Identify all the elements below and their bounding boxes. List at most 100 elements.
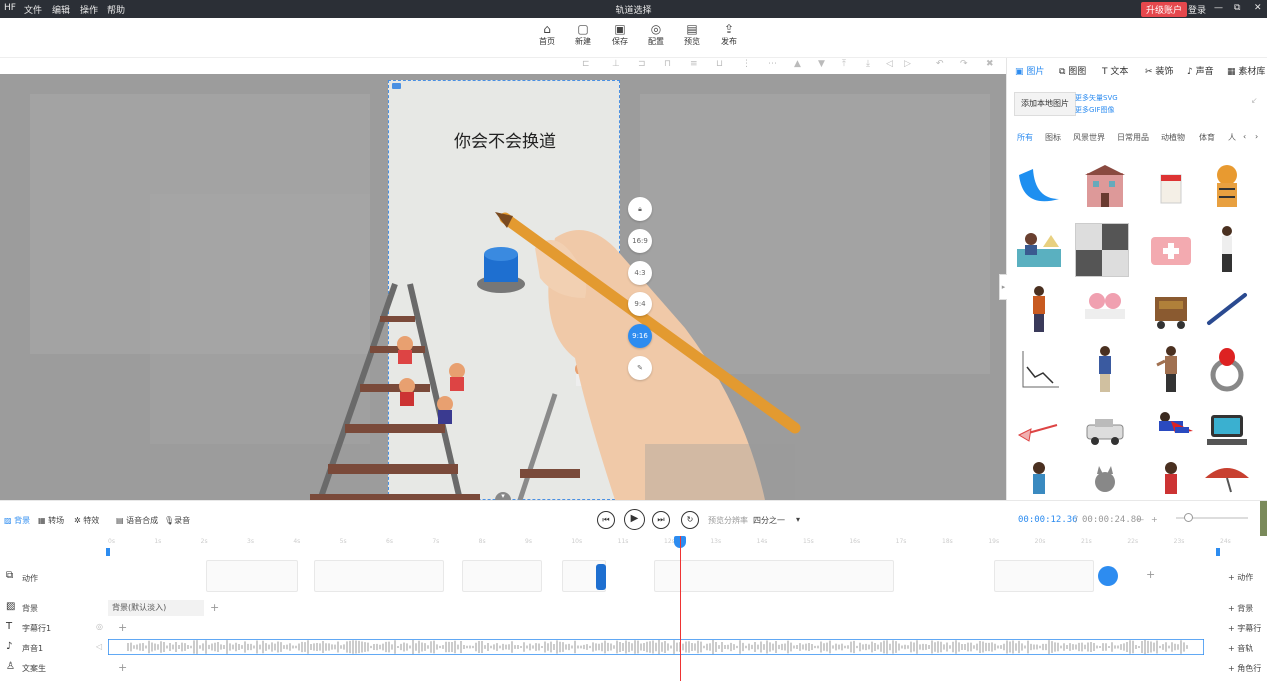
eye-icon[interactable]: ◎ bbox=[96, 622, 103, 631]
lock-ratio-button[interactable]: 🔒︎ bbox=[628, 197, 652, 221]
asset-cup[interactable] bbox=[1145, 161, 1197, 213]
upgrade-button[interactable]: 升级账户 bbox=[1141, 2, 1188, 17]
skip-forward-icon[interactable]: ⏭ bbox=[652, 511, 670, 529]
asset-cat[interactable] bbox=[1079, 458, 1131, 494]
edit-ratio-button[interactable]: ✎ bbox=[628, 356, 652, 380]
cat-animals[interactable]: 动植物 bbox=[1161, 132, 1185, 143]
slide-title[interactable]: 你会不会换道 bbox=[389, 127, 621, 152]
collapse-panel-icon[interactable]: ↙ bbox=[1251, 96, 1258, 105]
maximize-button[interactable]: ⧉ bbox=[1234, 3, 1240, 13]
add-role-button[interactable]: + 角色行 bbox=[1228, 663, 1261, 674]
asset-first-aid[interactable] bbox=[1145, 223, 1197, 275]
camera-clip-icon[interactable] bbox=[1098, 566, 1118, 586]
menu-help[interactable]: 帮助 bbox=[107, 3, 125, 16]
asset-tiger[interactable] bbox=[1201, 161, 1253, 213]
add-background-icon[interactable]: + bbox=[210, 601, 219, 614]
asset-building[interactable] bbox=[1079, 161, 1131, 213]
add-local-image-button[interactable]: 添加本地图片 bbox=[1014, 92, 1076, 116]
publish-button[interactable]: ⇪ 发布 bbox=[712, 22, 746, 47]
align-center-icon[interactable]: ⊥ bbox=[612, 59, 620, 69]
layer-down-icon[interactable]: ▼ bbox=[818, 59, 825, 69]
canvas-area[interactable]: 你会不会换道 🔒︎ 16:9 4:3 9:4 9:16 ✎ ▾ bbox=[0, 74, 1006, 500]
tts-tool[interactable]: ▤ 语音合成 bbox=[116, 515, 158, 526]
cat-people[interactable]: 人 bbox=[1228, 132, 1236, 143]
asset-man-presenting[interactable] bbox=[1145, 343, 1197, 395]
asset-man-standing[interactable] bbox=[1201, 223, 1253, 275]
asset-worker[interactable] bbox=[1013, 283, 1065, 335]
volume-icon[interactable]: ◁ bbox=[96, 642, 102, 651]
align-right-icon[interactable]: ⊐ bbox=[638, 59, 646, 69]
cat-scenery[interactable]: 风景世界 bbox=[1073, 132, 1105, 143]
add-action-button[interactable]: + 动作 bbox=[1228, 572, 1253, 583]
skip-back-icon[interactable]: ⏮ bbox=[597, 511, 615, 529]
delete-icon[interactable]: ✖ bbox=[986, 59, 994, 69]
tab-shapes[interactable]: ⧉ 图图 bbox=[1059, 64, 1086, 77]
hand-pencil-illustration[interactable] bbox=[495, 208, 815, 500]
play-icon[interactable]: ▶ bbox=[624, 509, 645, 530]
background-clip[interactable]: 背景(默认淡入) bbox=[108, 600, 204, 616]
asset-umbrella[interactable] bbox=[1201, 458, 1253, 494]
add-background-button[interactable]: + 背景 bbox=[1228, 603, 1253, 614]
align-bottom-icon[interactable]: ⊔ bbox=[716, 59, 723, 69]
close-button[interactable]: ✕ bbox=[1254, 3, 1262, 13]
add-action-icon[interactable]: + bbox=[1146, 568, 1155, 581]
save-button[interactable]: ▣ 保存 bbox=[603, 22, 637, 47]
minimize-button[interactable]: — bbox=[1214, 3, 1223, 13]
range-end-handle[interactable] bbox=[1216, 548, 1220, 556]
cat-next-icon[interactable]: › bbox=[1255, 132, 1258, 141]
flip-v-icon[interactable]: ▷ bbox=[904, 59, 911, 69]
new-button[interactable]: ▢ 新建 bbox=[566, 22, 600, 47]
asset-computer[interactable] bbox=[1201, 403, 1253, 455]
more-gif-link[interactable]: 更多GIF图像 bbox=[1075, 105, 1115, 115]
add-subtitle-icon[interactable]: + bbox=[118, 621, 127, 634]
layer-up-icon[interactable]: ▲ bbox=[794, 59, 801, 69]
action-clip[interactable] bbox=[206, 560, 298, 592]
asset-superhero[interactable] bbox=[1145, 403, 1197, 455]
resolution-select[interactable]: 四分之一 bbox=[753, 515, 785, 526]
distribute-h-icon[interactable]: ⋮ bbox=[742, 59, 751, 69]
add-subtitle-button[interactable]: + 字幕行 bbox=[1228, 623, 1261, 634]
side-scrollbar[interactable] bbox=[1260, 501, 1267, 537]
loop-icon[interactable]: ↻ bbox=[681, 511, 699, 529]
asset-person-desk[interactable] bbox=[1013, 223, 1065, 275]
action-clip[interactable] bbox=[314, 560, 444, 592]
asset-checker[interactable] bbox=[1075, 223, 1129, 277]
layer-top-icon[interactable]: ⤒ bbox=[842, 59, 846, 69]
menu-edit[interactable]: 编辑 bbox=[52, 3, 70, 16]
flip-h-icon[interactable]: ◁ bbox=[886, 59, 893, 69]
asset-man-thinking[interactable] bbox=[1013, 458, 1065, 494]
cat-daily[interactable]: 日常用品 bbox=[1117, 132, 1149, 143]
expand-panel-icon[interactable]: ▸ bbox=[999, 274, 1007, 300]
align-top-icon[interactable]: ⊓ bbox=[664, 59, 671, 69]
audio-waveform[interactable] bbox=[108, 639, 1204, 655]
menu-operate[interactable]: 操作 bbox=[80, 3, 98, 16]
asset-car[interactable] bbox=[1079, 403, 1131, 455]
time-ruler[interactable]: 0s 1s 2s 3s 4s 5s 6s 7s 8s 9s 10s 11s 12s 13s 14s 15s 16… bbox=[108, 536, 1231, 548]
action-clip[interactable] bbox=[654, 560, 894, 592]
transition-tool[interactable]: ▦ 转场 bbox=[38, 515, 64, 526]
tab-images[interactable]: ▣ 图片 bbox=[1015, 64, 1044, 77]
button-prop-clip[interactable] bbox=[596, 564, 606, 590]
menu-file[interactable]: 文件 bbox=[24, 3, 42, 16]
settings-button[interactable]: ◎ 配置 bbox=[639, 22, 673, 47]
record-tool[interactable]: 🎙︎录音 bbox=[164, 515, 190, 526]
asset-man-blue[interactable] bbox=[1079, 343, 1131, 395]
action-clip[interactable] bbox=[462, 560, 542, 592]
ratio-9-16[interactable]: 9:16 bbox=[628, 324, 652, 348]
cat-prev-icon[interactable]: ‹ bbox=[1243, 132, 1246, 141]
ratio-9-4[interactable]: 9:4 bbox=[628, 292, 652, 316]
tab-decor[interactable]: ✂ 装饰 bbox=[1145, 64, 1173, 77]
asset-pen[interactable] bbox=[1201, 283, 1253, 335]
align-middle-icon[interactable]: ≡ bbox=[690, 59, 698, 69]
align-left-icon[interactable]: ⊏ bbox=[582, 59, 590, 69]
asset-ring[interactable] bbox=[1201, 343, 1253, 395]
zoom-out-button[interactable]: — bbox=[1136, 515, 1144, 524]
asset-crescent[interactable] bbox=[1013, 161, 1065, 213]
asset-man-red[interactable] bbox=[1145, 458, 1197, 494]
distribute-v-icon[interactable]: ⋯ bbox=[768, 59, 777, 69]
cat-sports[interactable]: 体育 bbox=[1199, 132, 1215, 143]
asset-arrow[interactable] bbox=[1013, 403, 1065, 455]
cat-all[interactable]: 所有 bbox=[1017, 132, 1033, 143]
home-button[interactable]: ⌂ 首页 bbox=[530, 22, 564, 47]
login-button[interactable]: 登录 bbox=[1188, 3, 1206, 16]
